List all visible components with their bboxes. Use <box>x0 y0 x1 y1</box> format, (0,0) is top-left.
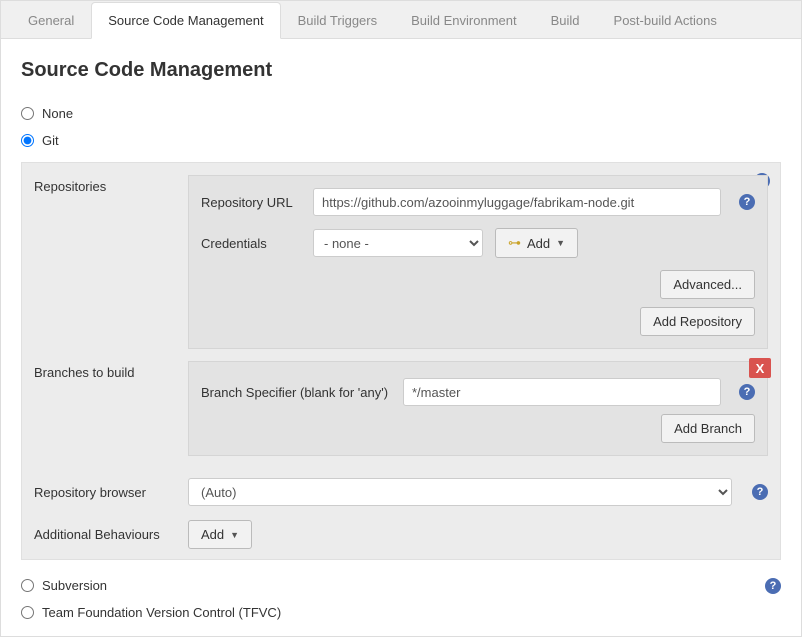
add-credentials-button[interactable]: ⊶ Add ▼ <box>495 228 578 258</box>
scm-radio-none[interactable] <box>21 107 34 120</box>
help-icon[interactable]: ? <box>739 384 755 400</box>
tab-post-build[interactable]: Post-build Actions <box>597 2 734 39</box>
scm-label-none: None <box>42 106 73 121</box>
repositories-label: Repositories <box>34 175 174 349</box>
config-tabs: General Source Code Management Build Tri… <box>1 1 801 39</box>
repo-url-input[interactable] <box>313 188 721 216</box>
tab-general[interactable]: General <box>11 2 91 39</box>
scm-label-git: Git <box>42 133 59 148</box>
git-section: ? Repositories Repository URL ? Credenti… <box>21 162 781 560</box>
help-icon[interactable]: ? <box>765 578 781 594</box>
scm-label-tfvc: Team Foundation Version Control (TFVC) <box>42 605 281 620</box>
add-repository-button[interactable]: Add Repository <box>640 307 755 336</box>
additional-behaviours-label: Additional Behaviours <box>34 527 174 542</box>
help-icon[interactable]: ? <box>752 484 768 500</box>
branches-label: Branches to build <box>34 361 174 456</box>
close-icon[interactable]: X <box>749 358 771 378</box>
tab-build[interactable]: Build <box>534 2 597 39</box>
repo-browser-label: Repository browser <box>34 485 174 500</box>
scm-label-svn: Subversion <box>42 578 107 593</box>
add-branch-button[interactable]: Add Branch <box>661 414 755 443</box>
tab-build-triggers[interactable]: Build Triggers <box>281 2 394 39</box>
credentials-select[interactable]: - none - <box>313 229 483 257</box>
scm-radio-git[interactable] <box>21 134 34 147</box>
repo-browser-select[interactable]: (Auto) <box>188 478 732 506</box>
chevron-down-icon: ▼ <box>230 530 239 540</box>
tab-build-environment[interactable]: Build Environment <box>394 2 534 39</box>
button-label: Add <box>527 236 550 251</box>
scm-radio-tfvc[interactable] <box>21 606 34 619</box>
credentials-label: Credentials <box>201 236 301 251</box>
advanced-button[interactable]: Advanced... <box>660 270 755 299</box>
tab-scm[interactable]: Source Code Management <box>91 2 280 39</box>
help-icon[interactable]: ? <box>739 194 755 210</box>
key-icon: ⊶ <box>508 235 521 251</box>
branch-spec-input[interactable] <box>403 378 721 406</box>
repo-url-label: Repository URL <box>201 195 301 210</box>
chevron-down-icon: ▼ <box>556 238 565 248</box>
scm-radio-svn[interactable] <box>21 579 34 592</box>
button-label: Add <box>201 527 224 542</box>
branch-spec-label: Branch Specifier (blank for 'any') <box>201 385 391 400</box>
add-behaviour-button[interactable]: Add ▼ <box>188 520 252 549</box>
page-title: Source Code Management <box>21 59 781 82</box>
